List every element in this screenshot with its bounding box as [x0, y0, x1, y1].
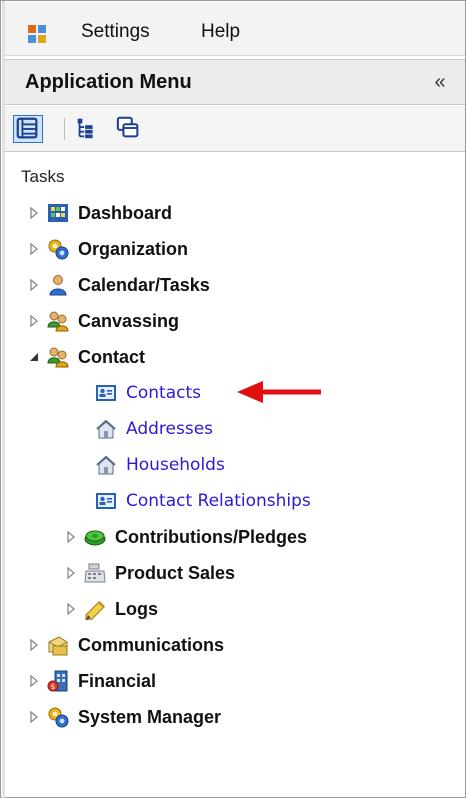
- tree-view-icon: [77, 118, 93, 139]
- list-view-icon: [16, 117, 38, 139]
- windows-button[interactable]: [115, 115, 145, 143]
- menu-help[interactable]: Help: [201, 21, 240, 43]
- tree-item-label: Logs: [115, 598, 158, 619]
- collapse-panel-button[interactable]: «: [429, 70, 451, 94]
- tasks-label: Tasks: [21, 167, 65, 186]
- expand-arrow-icon[interactable]: [27, 278, 41, 292]
- contact-card-icon: [96, 385, 116, 401]
- canvassing-icon: [47, 311, 69, 332]
- collapse-arrow-icon[interactable]: [27, 350, 41, 364]
- expand-arrow-icon[interactable]: [27, 638, 41, 652]
- house-icon: [96, 419, 116, 439]
- tree-item-dashboard[interactable]: Dashboard: [27, 196, 172, 230]
- tree-item-label: Contact Relationships: [126, 491, 311, 511]
- tree-item-contact-relationships[interactable]: Contact Relationships: [95, 484, 311, 518]
- tree-item-label: Communications: [78, 634, 225, 655]
- tree-item-label: System Manager: [78, 706, 222, 727]
- cash-register-icon: [84, 563, 106, 583]
- tree-item-product-sales[interactable]: Product Sales: [64, 556, 235, 590]
- tree-view-button[interactable]: [73, 115, 103, 143]
- expand-arrow-icon[interactable]: [64, 530, 78, 544]
- expand-arrow-icon[interactable]: [64, 602, 78, 616]
- menu-settings[interactable]: Settings: [81, 21, 150, 43]
- tree-item-label: Contact: [78, 346, 145, 367]
- tree-item-label: Organization: [78, 238, 189, 259]
- tree-item-label: Households: [126, 455, 225, 475]
- expand-arrow-icon[interactable]: [27, 710, 41, 724]
- windows-icon: [116, 116, 139, 138]
- expand-arrow-icon[interactable]: [27, 314, 41, 328]
- tree-item-contact[interactable]: Contact: [27, 340, 145, 374]
- application-menu-title: Application Menu: [25, 71, 192, 93]
- contact-group-icon: [47, 347, 69, 368]
- tree-item-households[interactable]: Households: [95, 448, 225, 482]
- view-toolbar: [5, 106, 465, 152]
- tree-item-contributions-pledges[interactable]: Contributions/Pledges: [64, 520, 307, 554]
- tree-item-label: Product Sales: [115, 562, 236, 583]
- tree-item-addresses[interactable]: Addresses: [95, 412, 213, 446]
- svg-text:$: $: [51, 683, 55, 691]
- tree-item-label: Financial: [78, 670, 157, 691]
- dashboard-icon: [48, 204, 68, 222]
- expand-arrow-icon[interactable]: [27, 206, 41, 220]
- expand-arrow-icon[interactable]: [27, 242, 41, 256]
- tree-item-label: Calendar/Tasks: [78, 274, 210, 295]
- system-manager-icon: [48, 707, 69, 728]
- tree-item-system-manager[interactable]: System Manager: [27, 700, 221, 734]
- tree-item-organization[interactable]: Organization: [27, 232, 188, 266]
- toolbar-separator: [64, 118, 65, 140]
- tree-item-label: Addresses: [126, 419, 214, 439]
- app-icon[interactable]: [27, 24, 47, 44]
- tree-item-communications[interactable]: Communications: [27, 628, 224, 662]
- calendar-tasks-icon: [49, 275, 67, 296]
- tree-item-label: Contacts: [126, 383, 201, 403]
- tree-item-canvassing[interactable]: Canvassing: [27, 304, 179, 338]
- communications-icon: [48, 636, 68, 656]
- menu-bar: Settings Help: [5, 2, 465, 56]
- tree-item-label: Contributions/Pledges: [115, 526, 308, 547]
- organization-icon: [48, 239, 69, 260]
- tree-item-logs[interactable]: Logs: [64, 592, 158, 626]
- financial-icon: $: [47, 670, 68, 692]
- list-view-button[interactable]: [13, 115, 43, 143]
- tree-item-calendar-tasks[interactable]: Calendar/Tasks: [27, 268, 210, 302]
- expand-arrow-icon[interactable]: [27, 674, 41, 688]
- contact-card-icon: [96, 493, 116, 509]
- pencil-icon: [85, 601, 105, 620]
- tree-item-label: Dashboard: [78, 202, 173, 223]
- money-icon: [84, 530, 106, 546]
- application-menu-panel: Settings Help Application Menu « Tasks D…: [0, 0, 466, 798]
- expand-arrow-icon[interactable]: [64, 566, 78, 580]
- tree-item-financial[interactable]: $ Financial: [27, 664, 156, 698]
- tree-item-label: Canvassing: [78, 310, 180, 331]
- application-menu-header: Application Menu «: [5, 59, 465, 105]
- house-icon: [96, 455, 116, 475]
- red-arrow-icon: [237, 381, 321, 403]
- tree-item-contacts[interactable]: Contacts: [95, 376, 201, 410]
